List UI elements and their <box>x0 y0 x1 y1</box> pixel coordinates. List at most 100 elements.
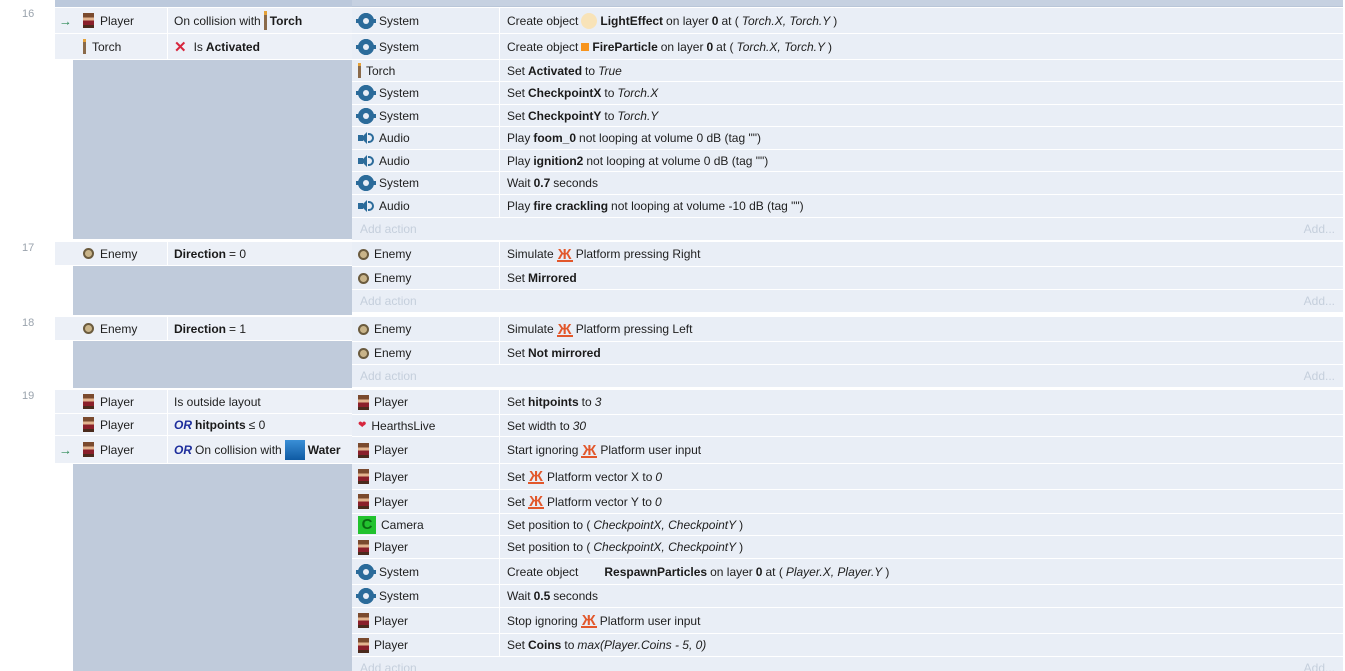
action-row[interactable]: Enemy Set Not mirrored <box>352 342 1343 365</box>
condition-text[interactable]: OR On collision with Water <box>169 436 352 463</box>
condition-object[interactable]: Player <box>73 414 168 435</box>
action-text[interactable]: Set Ж Platform vector Y to 0 <box>501 490 1343 513</box>
condition-text[interactable]: On collision with Torch <box>169 8 352 33</box>
action-row[interactable]: Player Set Ж Platform vector X to 0 <box>352 464 1343 490</box>
add-menu-link[interactable]: Add... <box>1304 294 1335 308</box>
condition-text[interactable]: Direction = 1 <box>169 317 352 340</box>
condition-text[interactable]: Is outside layout <box>169 390 352 413</box>
action-row[interactable]: Enemy Set Mirrored <box>352 267 1343 290</box>
action-text[interactable]: Set Coins to max(Player.Coins - 5, 0) <box>501 634 1343 656</box>
action-text[interactable]: Play ignition2 not looping at volume 0 dB … <box>501 150 1343 171</box>
action-object[interactable]: Player <box>352 490 500 513</box>
action-object[interactable]: Audio <box>352 195 500 217</box>
condition-row[interactable]: Enemy Direction = 0 <box>55 242 352 266</box>
action-row[interactable]: Torch Set Activated to True <box>352 60 1343 82</box>
action-row[interactable]: Audio Play fire crackling not looping at vo… <box>352 195 1343 218</box>
action-object[interactable]: Audio <box>352 150 500 171</box>
action-row[interactable]: System Set CheckpointX to Torch.X <box>352 82 1343 105</box>
add-action-row[interactable]: Add action Add... <box>352 365 1343 387</box>
action-text[interactable]: Set Activated to True <box>501 60 1343 81</box>
action-text[interactable]: Set Not mirrored <box>501 342 1343 364</box>
condition-row[interactable]: Player OR hitpoints ≤ 0 <box>55 414 352 436</box>
action-text[interactable]: Set Ж Platform vector X to 0 <box>501 464 1343 489</box>
condition-text[interactable]: ✕ Is Activated <box>169 34 352 59</box>
condition-row[interactable]: Player Is outside layout <box>55 390 352 414</box>
action-row[interactable]: System Set CheckpointY to Torch.Y <box>352 105 1343 127</box>
add-menu-link[interactable]: Add... <box>1304 222 1335 236</box>
action-object[interactable]: Player <box>352 464 500 489</box>
action-text[interactable]: Set CheckpointY to Torch.Y <box>501 105 1343 126</box>
action-text[interactable]: Start ignoring Ж Platform user input <box>501 437 1343 463</box>
add-menu-link[interactable]: Add... <box>1304 661 1335 671</box>
action-row[interactable]: ❤ HearthsLive Set width to 30 <box>352 415 1343 437</box>
action-text[interactable]: Create object FireParticle on layer 0 at (To… <box>501 34 1343 59</box>
action-row[interactable]: Player Set hitpoints to 3 <box>352 390 1343 415</box>
condition-object[interactable]: Player <box>73 390 168 413</box>
action-row[interactable]: System Wait 0.7 seconds <box>352 172 1343 195</box>
action-object[interactable]: Player <box>352 536 500 558</box>
action-row[interactable]: Player Set Coins to max(Player.Coins - 5, 0) <box>352 634 1343 657</box>
action-object[interactable]: System <box>352 105 500 126</box>
condition-object[interactable]: Player <box>73 436 168 463</box>
action-row[interactable]: Enemy Simulate Ж Platform pressing Left <box>352 317 1343 342</box>
action-row[interactable]: System Create object FireParticle on layer 0… <box>352 34 1343 60</box>
action-object[interactable]: Audio <box>352 127 500 149</box>
action-row[interactable]: Player Stop ignoring Ж Platform user input <box>352 608 1343 634</box>
action-object[interactable]: System <box>352 585 500 607</box>
action-text[interactable]: Set Mirrored <box>501 267 1343 289</box>
action-text[interactable]: Set position to (CheckpointX, Checkpoint… <box>501 514 1343 535</box>
action-row[interactable]: System Create object RespawnParticles on la… <box>352 559 1343 585</box>
add-menu-link[interactable]: Add... <box>1304 369 1335 383</box>
action-object[interactable]: Enemy <box>352 342 500 364</box>
action-row[interactable]: System Wait 0.5 seconds <box>352 585 1343 608</box>
action-text[interactable]: Play fire crackling not looping at volume … <box>501 195 1343 217</box>
action-object[interactable]: Enemy <box>352 317 500 341</box>
action-object[interactable]: Player <box>352 437 500 463</box>
action-text[interactable]: Set position to (CheckpointX, Checkpoint… <box>501 536 1343 558</box>
condition-object[interactable]: Torch <box>73 34 168 59</box>
add-action-row[interactable]: Add action Add... <box>352 218 1343 240</box>
add-action-row[interactable]: Add action Add... <box>352 657 1343 671</box>
action-object[interactable]: Player <box>352 390 500 414</box>
condition-row[interactable]: Torch ✕ Is Activated <box>55 34 352 60</box>
add-action-link[interactable]: Add action <box>360 369 417 383</box>
action-object[interactable]: System <box>352 8 500 33</box>
action-row[interactable]: Enemy Simulate Ж Platform pressing Right <box>352 242 1343 267</box>
condition-text[interactable]: OR hitpoints ≤ 0 <box>169 414 352 435</box>
action-object[interactable]: Torch <box>352 60 500 81</box>
condition-row[interactable]: → Player On collision with Torch <box>55 8 352 34</box>
add-action-link[interactable]: Add action <box>360 661 417 671</box>
condition-text[interactable]: Direction = 0 <box>169 242 352 265</box>
action-text[interactable]: Simulate Ж Platform pressing Left <box>501 317 1343 341</box>
action-text[interactable]: Play foom_0 not looping at volume 0 dB (ta… <box>501 127 1343 149</box>
action-row[interactable]: Audio Play ignition2 not looping at volume … <box>352 150 1343 172</box>
condition-object[interactable]: Enemy <box>73 317 168 340</box>
action-object[interactable]: System <box>352 82 500 104</box>
action-row[interactable]: Player Set position to (CheckpointX, Chec… <box>352 536 1343 559</box>
action-text[interactable]: Wait 0.7 seconds <box>501 172 1343 194</box>
condition-row[interactable]: → Player OR On collision with Water <box>55 436 352 464</box>
condition-object[interactable]: Enemy <box>73 242 168 265</box>
action-object[interactable]: Enemy <box>352 242 500 266</box>
action-row[interactable]: C Camera Set position to (CheckpointX, Che… <box>352 514 1343 536</box>
action-text[interactable]: Set CheckpointX to Torch.X <box>501 82 1343 104</box>
condition-row[interactable]: Enemy Direction = 1 <box>55 317 352 341</box>
action-row[interactable]: System Create object LightEffect on layer 0 a… <box>352 8 1343 34</box>
action-text[interactable]: Create object RespawnParticles on layer 0 at… <box>501 559 1343 584</box>
action-text[interactable]: Simulate Ж Platform pressing Right <box>501 242 1343 266</box>
action-row[interactable]: Audio Play foom_0 not looping at volume 0 d… <box>352 127 1343 150</box>
action-object[interactable]: Player <box>352 634 500 656</box>
action-text[interactable]: Set width to 30 <box>501 415 1343 436</box>
action-object[interactable]: Player <box>352 608 500 633</box>
add-action-link[interactable]: Add action <box>360 222 417 236</box>
action-object[interactable]: Enemy <box>352 267 500 289</box>
action-text[interactable]: Wait 0.5 seconds <box>501 585 1343 607</box>
action-object[interactable]: System <box>352 34 500 59</box>
action-object[interactable]: System <box>352 559 500 584</box>
action-object[interactable]: ❤ HearthsLive <box>352 415 500 436</box>
add-action-row[interactable]: Add action Add... <box>352 290 1343 312</box>
action-object[interactable]: System <box>352 172 500 194</box>
add-action-link[interactable]: Add action <box>360 294 417 308</box>
action-row[interactable]: Player Start ignoring Ж Platform user input <box>352 437 1343 464</box>
condition-object[interactable]: Player <box>73 8 168 33</box>
